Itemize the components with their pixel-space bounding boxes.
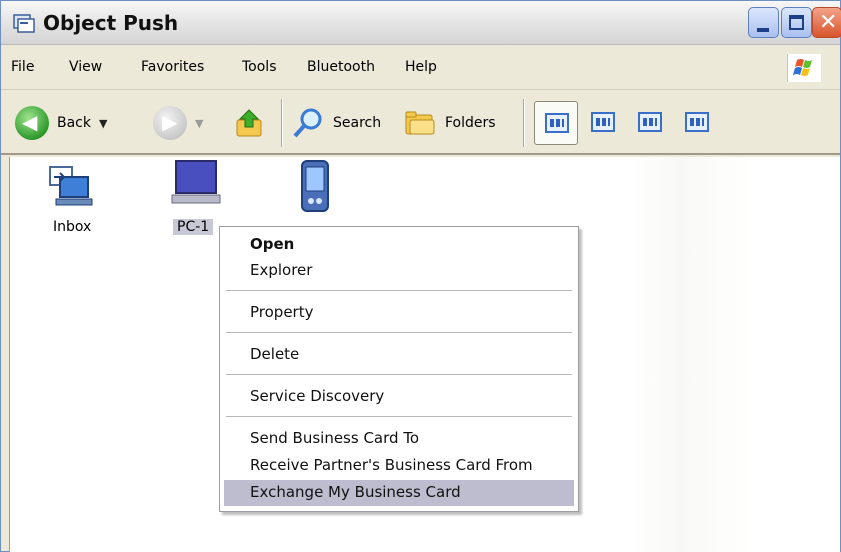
folder-window-icon [13,14,35,33]
toolbar: ◀ Back ▼ ▶ ▼ Search Folders [1,91,840,155]
search-icon [293,108,322,138]
search-button[interactable]: Search [291,101,381,145]
menu-bluetooth[interactable]: Bluetooth [307,59,375,75]
maximize-button[interactable] [781,7,812,38]
menu-separator [226,290,572,291]
menu-separator [226,374,572,375]
back-button[interactable]: ◀ Back ▼ [15,101,107,145]
back-label: Back [57,115,91,131]
icons-view-button[interactable] [628,101,672,145]
object-push-window: Object Push ✕ File View Favorites Tools … [0,0,841,552]
toolbar-separator [281,99,283,147]
inbox-label[interactable]: Inbox [53,219,91,235]
menu-item-property[interactable]: Property [250,303,313,321]
folders-button[interactable]: Folders [403,101,496,145]
pc-1-label[interactable]: PC-1 [173,219,214,235]
minimize-icon [757,28,769,32]
title-bar[interactable]: Object Push ✕ [1,1,841,45]
icons-view-icon [638,112,662,132]
laptop-icon[interactable] [170,159,222,209]
close-button[interactable]: ✕ [812,7,841,38]
details-view-icon [685,112,709,132]
menu-item-send-business-card[interactable]: Send Business Card To [250,429,419,447]
menu-separator [226,416,572,417]
forward-arrow-icon: ▶ [153,106,187,140]
details-view-button[interactable] [675,101,719,145]
menu-help[interactable]: Help [405,59,437,75]
context-menu: Open Explorer Property Delete Service Di… [219,226,579,512]
menu-view[interactable]: View [69,59,102,75]
menu-tools[interactable]: Tools [242,59,277,75]
forward-button[interactable]: ▶ ▼ [153,101,203,145]
pda-device-icon[interactable] [298,159,332,215]
menu-file[interactable]: File [11,59,34,75]
minimize-button[interactable] [748,7,779,38]
close-icon: ✕ [819,10,838,35]
window-title: Object Push [43,11,179,35]
toolbar-separator [523,99,525,147]
search-label: Search [333,115,382,131]
back-arrow-icon: ◀ [15,106,49,140]
forward-dropdown-icon[interactable]: ▼ [195,117,203,130]
up-folder-button[interactable] [233,101,267,145]
menu-item-delete[interactable]: Delete [250,345,299,363]
menu-bar: File View Favorites Tools Bluetooth Help [1,46,840,90]
maximize-icon [789,15,804,30]
menu-favorites[interactable]: Favorites [141,59,204,75]
up-folder-icon [236,109,262,137]
inbox-computer-icon[interactable] [46,163,94,211]
menu-item-exchange-business-card[interactable]: Exchange My Business Card [250,483,461,501]
menu-item-explorer[interactable]: Explorer [250,261,312,279]
tiles-view-button[interactable] [581,101,625,145]
thumbnails-view-button[interactable] [534,101,578,145]
menu-item-service-discovery[interactable]: Service Discovery [250,387,384,405]
menu-separator [226,332,572,333]
thumbnails-view-icon [545,113,569,133]
menu-item-open[interactable]: Open [250,235,294,253]
content-background-band [632,157,752,552]
folders-label: Folders [445,115,496,131]
tiles-view-icon [591,112,615,132]
back-dropdown-icon[interactable]: ▼ [99,117,107,130]
folders-icon [405,111,435,135]
windows-flag-icon [787,54,821,82]
menu-item-receive-business-card[interactable]: Receive Partner's Business Card From [250,456,533,474]
